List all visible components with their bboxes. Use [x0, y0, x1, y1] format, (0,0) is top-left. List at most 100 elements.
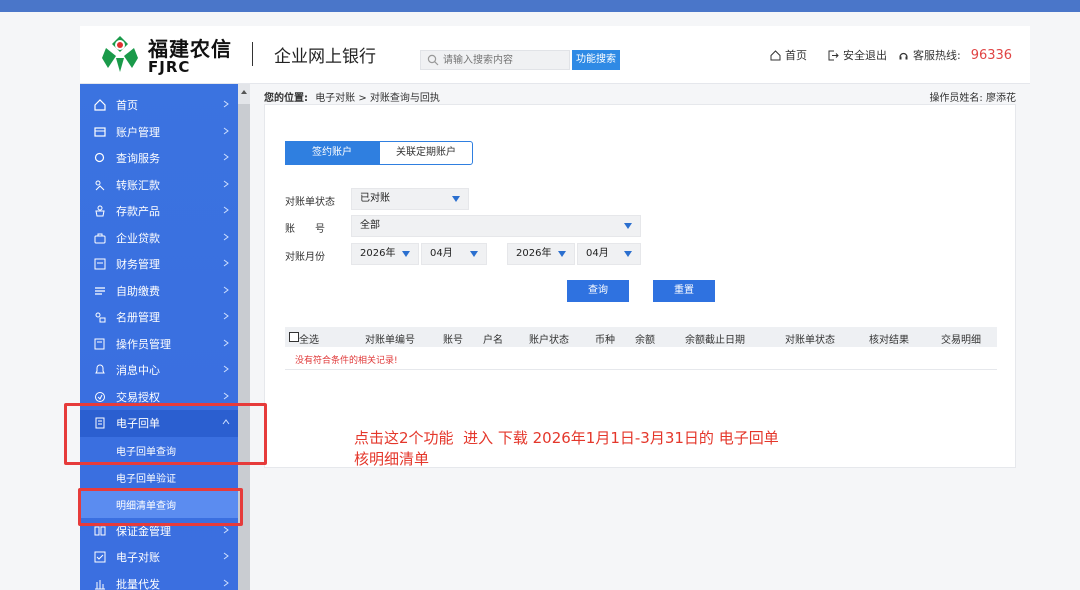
search-icon [94, 153, 105, 163]
annotation-text: 点击这2个功能 进入 下载 2026年1月1日-3月31日的 电子回单 核明细清… [354, 428, 779, 470]
annotation-line-2: 核明细清单 [354, 450, 430, 468]
col-statement-status: 对账单状态 [785, 335, 835, 346]
dropdown-arrow-icon [624, 251, 632, 257]
hotline-label: 客服热线: [913, 49, 961, 62]
select-all-checkbox[interactable] [289, 332, 299, 342]
search-icon [427, 54, 439, 66]
col-account-status: 账户状态 [529, 335, 569, 346]
col-account-name: 户名 [483, 335, 503, 346]
breadcrumb-path: 电子对账 > 对账查询与回执 [315, 93, 440, 104]
sidebar-subitem-label: 电子回单验证 [116, 473, 176, 485]
annotation-line-1: 点击这2个功能 进入 下载 2026年1月1日-3月31日的 电子回单 [354, 429, 779, 447]
breadcrumb: 您的位置: 电子对账 > 对账查询与回执 操作员姓名: 廖添花 [260, 86, 1020, 104]
month-label: 对账月份 [285, 252, 325, 263]
end-month-select[interactable]: 04月 [577, 243, 641, 265]
top-stripe [0, 0, 1080, 12]
query-button[interactable]: 查询 [567, 280, 629, 302]
sidebar-item-label: 首页 [116, 99, 138, 113]
sidebar-item-deposit[interactable]: 存款产品 [80, 198, 238, 225]
hotline: 客服热线: 96336 [898, 47, 1012, 63]
sidebar-item-transfer[interactable]: 转账汇款 [80, 172, 238, 199]
col-select-all: 全选 [299, 335, 319, 346]
deposit-icon [95, 205, 105, 217]
highlight-box-receipt [64, 403, 267, 465]
chevron-right-icon [223, 526, 229, 533]
sidebar-item-account[interactable]: 账户管理 [80, 119, 238, 146]
sidebar-item-finance[interactable]: 财务管理 [80, 251, 238, 278]
sidebar-item-batch[interactable]: 批量代发 [80, 571, 238, 590]
chevron-right-icon [223, 127, 229, 134]
hotline-number: 96336 [970, 47, 1013, 63]
finance-icon [94, 258, 106, 270]
sidebar-subitem-1[interactable]: 电子回单验证 [80, 464, 238, 491]
sidebar-item-label: 查询服务 [116, 152, 160, 166]
batch-icon [95, 579, 105, 590]
sidebar-item-label: 账户管理 [116, 125, 160, 139]
dropdown-arrow-icon [470, 251, 478, 257]
fjrc-logo-icon [102, 36, 138, 72]
dropdown-arrow-icon [402, 251, 410, 257]
sidebar-item-label: 财务管理 [116, 258, 160, 272]
operator-name: 操作员姓名: 廖添花 [929, 93, 1016, 104]
reset-button[interactable]: 重置 [653, 280, 715, 302]
sidebar-item-home[interactable]: 首页 [80, 92, 238, 119]
sidebar-item-bell[interactable]: 消息中心 [80, 357, 238, 384]
bell-icon [95, 364, 105, 374]
logout-link[interactable]: 安全退出 [828, 47, 887, 63]
app-header: 福建农信 FJRC 企业网上银行 功能搜索 首页 安全退出 客服热线: 9633… [80, 26, 1030, 84]
account-tabs: 签约账户 关联定期账户 [285, 141, 473, 165]
end-month-value: 04月 [586, 248, 609, 259]
sidebar-item-label: 企业贷款 [116, 231, 160, 245]
chevron-right-icon [223, 365, 229, 373]
home-link[interactable]: 首页 [770, 47, 807, 63]
chevron-right-icon [223, 286, 229, 293]
function-search-button[interactable]: 功能搜索 [572, 50, 620, 70]
tab-signed-account[interactable]: 签约账户 [285, 141, 379, 165]
col-statement-no: 对账单编号 [365, 335, 415, 346]
sidebar-item-operator[interactable]: 操作员管理 [80, 331, 238, 358]
account-select[interactable]: 全部 [351, 215, 641, 237]
col-balance-date: 余额截止日期 [685, 335, 745, 346]
logout-label: 安全退出 [843, 49, 887, 62]
start-year-select[interactable]: 2026年 [351, 243, 419, 265]
chevron-right-icon [223, 180, 229, 187]
account-icon [94, 127, 106, 137]
brand-name-en: FJRC [148, 58, 191, 76]
system-title: 企业网上银行 [274, 47, 376, 67]
home-icon [770, 49, 781, 60]
chevron-right-icon [223, 233, 229, 240]
sidebar-item-loan[interactable]: 企业贷款 [80, 225, 238, 252]
start-year-value: 2026年 [360, 248, 396, 259]
account-value: 全部 [360, 220, 380, 231]
breadcrumb-prefix: 您的位置: [264, 93, 308, 104]
highlight-box-detail-list [78, 488, 243, 526]
authorize-icon [95, 391, 105, 402]
payment-icon [95, 287, 105, 295]
sidebar-item-roster[interactable]: 名册管理 [80, 304, 238, 331]
sidebar-item-label: 名册管理 [116, 311, 160, 325]
loan-icon [94, 233, 106, 244]
col-check-result: 核对结果 [869, 335, 909, 346]
scroll-up-arrow-icon[interactable] [241, 90, 247, 94]
tab-linked-fixed-account[interactable]: 关联定期账户 [379, 141, 473, 165]
search-box[interactable] [420, 50, 570, 70]
col-balance: 余额 [635, 335, 655, 346]
deposit-margin-icon [94, 526, 106, 536]
chevron-right-icon [223, 579, 229, 586]
end-year-select[interactable]: 2026年 [507, 243, 575, 265]
sidebar-item-label: 自助缴费 [116, 284, 160, 298]
search-input[interactable] [443, 51, 569, 69]
status-select[interactable]: 已对账 [351, 188, 469, 210]
col-currency: 币种 [595, 335, 615, 346]
start-month-select[interactable]: 04月 [421, 243, 487, 265]
sidebar-item-label: 批量代发 [116, 577, 160, 590]
sidebar-item-label: 消息中心 [116, 364, 160, 378]
empty-message: 没有符合条件的相关记录! [295, 356, 398, 366]
sidebar-item-payment[interactable]: 自助缴费 [80, 278, 238, 305]
transfer-icon [95, 180, 105, 191]
status-value: 已对账 [360, 193, 390, 204]
chevron-right-icon [223, 552, 229, 560]
sidebar-item-search[interactable]: 查询服务 [80, 145, 238, 172]
col-transaction-detail: 交易明细 [941, 335, 981, 346]
sidebar-item-reconcile[interactable]: 电子对账 [80, 544, 238, 571]
